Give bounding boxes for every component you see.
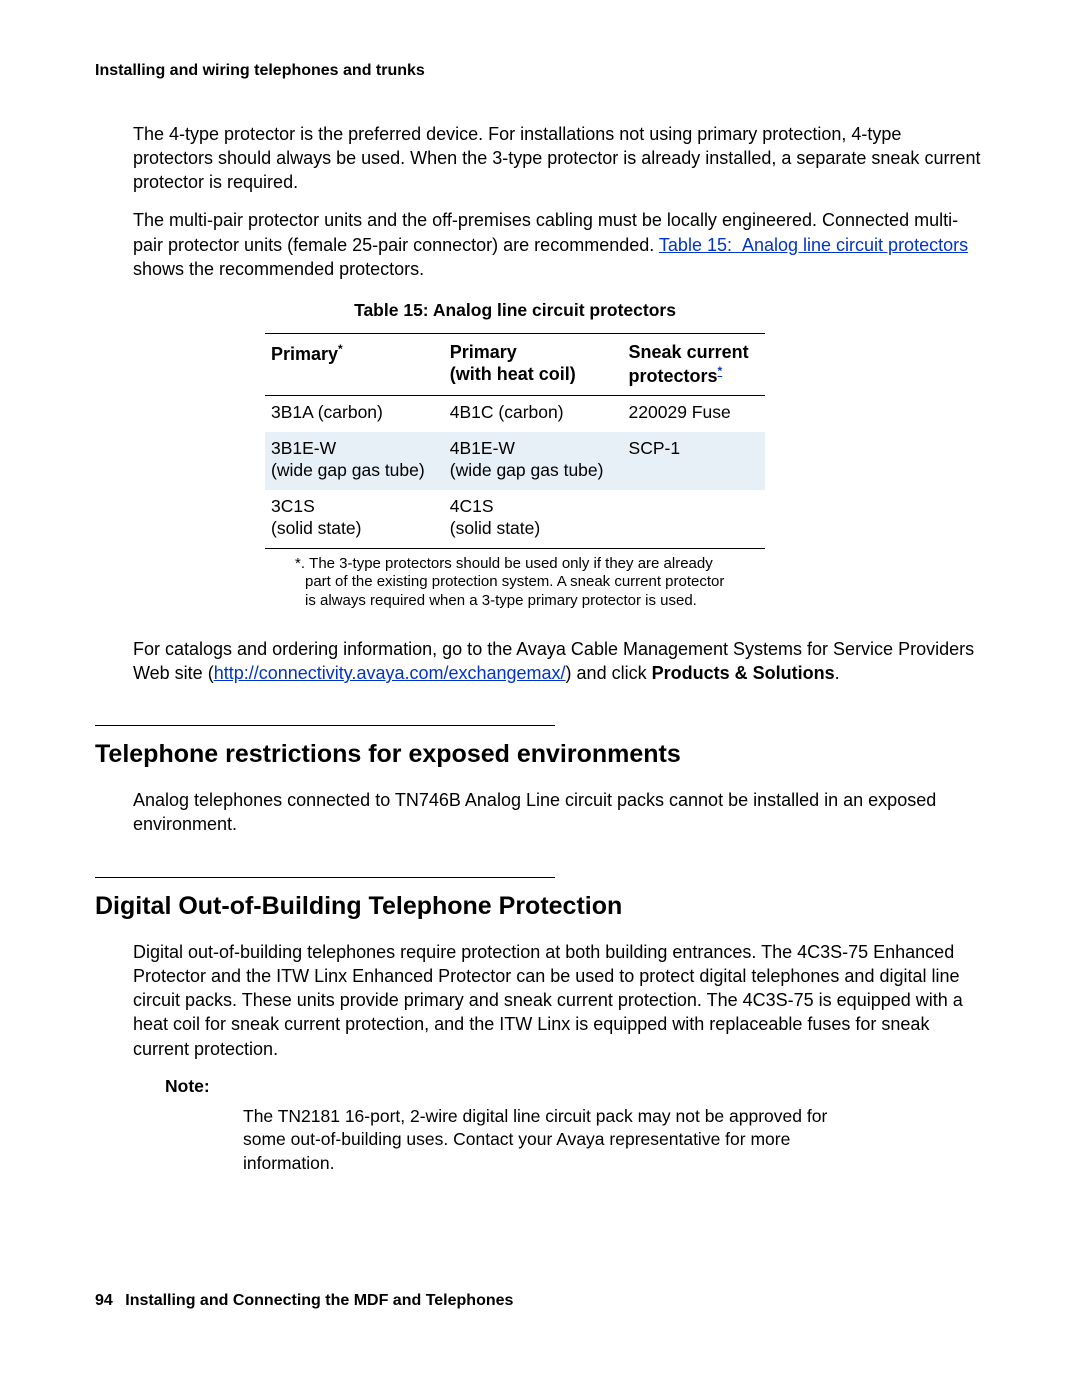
col-header-line2: protectors xyxy=(629,366,718,386)
external-link[interactable]: http://connectivity.avaya.com/exchangema… xyxy=(214,663,566,683)
table-header-row: Primary* Primary (with heat coil) Sneak … xyxy=(265,334,765,396)
page-footer: 94 Installing and Connecting the MDF and… xyxy=(95,1290,985,1312)
page-number: 94 xyxy=(95,1292,113,1309)
cell-text: 4C1S xyxy=(450,496,494,516)
col-header-line1: Sneak current xyxy=(629,342,749,362)
col-header-primary-heat: Primary (with heat coil) xyxy=(444,334,623,396)
cell-text: 220029 Fuse xyxy=(629,402,731,422)
table-row: 3C1S (solid state) 4C1S (solid state) xyxy=(265,490,765,548)
paragraph-3-text-b: ) and click xyxy=(566,663,652,683)
cell: 3B1A (carbon) xyxy=(265,396,444,432)
cell xyxy=(623,490,765,548)
table-title: Table 15: Analog line circuit protectors xyxy=(265,299,765,323)
note-body: The TN2181 16-port, 2-wire digital line … xyxy=(243,1105,843,1176)
table-15: Table 15: Analog line circuit protectors… xyxy=(265,299,765,548)
paragraph-3-text-c: . xyxy=(835,663,840,683)
table-footnote: *. The 3-type protectors should be used … xyxy=(295,555,735,611)
cell-text: 3B1A (carbon) xyxy=(271,402,383,422)
section-2-body: Digital out-of-building telephones requi… xyxy=(133,940,985,1061)
cell-text: 4B1C (carbon) xyxy=(450,402,564,422)
cell-text: (solid state) xyxy=(271,518,361,538)
paragraph-3-bold: Products & Solutions xyxy=(652,663,835,683)
table-cross-reference-link[interactable]: Table 15: Analog line circuit protectors xyxy=(659,235,968,255)
paragraph-1: The 4-type protector is the preferred de… xyxy=(133,122,985,195)
note-label: Note: xyxy=(165,1075,985,1099)
section-divider xyxy=(95,877,555,878)
cell-text: (wide gap gas tube) xyxy=(271,460,425,480)
section-1-body: Analog telephones connected to TN746B An… xyxy=(133,788,985,837)
col-header-line2: (with heat coil) xyxy=(450,364,576,384)
cell-text: 3B1E-W xyxy=(271,438,336,458)
cell: 4B1E-W (wide gap gas tube) xyxy=(444,432,623,490)
cell-text: (wide gap gas tube) xyxy=(450,460,604,480)
section-heading-restrictions: Telephone restrictions for exposed envir… xyxy=(95,738,985,772)
col-header-line1: Primary xyxy=(450,342,517,362)
paragraph-2-text-b: shows the recommended protectors. xyxy=(133,259,424,279)
footnote-marker: * xyxy=(338,342,343,356)
paragraph-2: The multi-pair protector units and the o… xyxy=(133,208,985,281)
footer-title: Installing and Connecting the MDF and Te… xyxy=(125,1292,513,1309)
cell: 220029 Fuse xyxy=(623,396,765,432)
cell-text: 3C1S xyxy=(271,496,315,516)
col-header-primary: Primary* xyxy=(265,334,444,396)
cell-text: SCP-1 xyxy=(629,438,681,458)
cell-text: 4B1E-W xyxy=(450,438,515,458)
section-divider xyxy=(95,725,555,726)
table-row: 3B1A (carbon) 4B1C (carbon) 220029 Fuse xyxy=(265,396,765,432)
col-header-primary-text: Primary xyxy=(271,344,338,364)
cell: 3C1S (solid state) xyxy=(265,490,444,548)
paragraph-3: For catalogs and ordering information, g… xyxy=(133,637,985,686)
cell: 4C1S (solid state) xyxy=(444,490,623,548)
running-header: Installing and wiring telephones and tru… xyxy=(95,60,985,82)
protectors-table: Primary* Primary (with heat coil) Sneak … xyxy=(265,333,765,549)
col-header-sneak: Sneak current protectors* xyxy=(623,334,765,396)
section-heading-digital: Digital Out-of-Building Telephone Protec… xyxy=(95,890,985,924)
table-row: 3B1E-W (wide gap gas tube) 4B1E-W (wide … xyxy=(265,432,765,490)
cell: 3B1E-W (wide gap gas tube) xyxy=(265,432,444,490)
cell: 4B1C (carbon) xyxy=(444,396,623,432)
cell-text: (solid state) xyxy=(450,518,540,538)
cell: SCP-1 xyxy=(623,432,765,490)
footnote-marker-link[interactable]: * xyxy=(718,364,723,378)
